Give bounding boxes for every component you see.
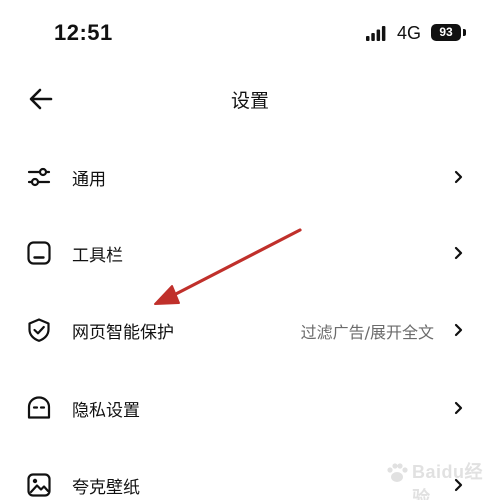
- settings-item-privacy[interactable]: 隐私设置: [0, 377, 500, 437]
- settings-item-label: 夸克壁纸: [72, 478, 140, 498]
- settings-item-toolbar[interactable]: 工具栏: [0, 222, 500, 282]
- wallpaper-icon: [27, 473, 51, 497]
- battery-tip: [463, 29, 466, 36]
- chevron-right-icon: [454, 246, 463, 260]
- chevron-right-icon: [454, 401, 463, 415]
- paw-logo-icon: [387, 463, 408, 482]
- status-bar: 12:51 4G 93: [0, 0, 500, 66]
- status-time: 12:51: [54, 20, 113, 45]
- chevron-right-icon: [454, 170, 463, 184]
- chevron-right-icon: [454, 323, 463, 337]
- settings-item-label: 通用: [72, 170, 106, 190]
- toolbar-icon: [27, 241, 51, 265]
- shield-check-icon: [28, 318, 50, 342]
- sliders-icon: [27, 167, 51, 187]
- settings-item-web-protection[interactable]: 网页智能保护 过滤广告/展开全文: [0, 299, 500, 359]
- settings-item-label: 工具栏: [72, 246, 123, 266]
- battery-icon: 93: [431, 24, 461, 41]
- settings-item-label: 隐私设置: [72, 401, 140, 421]
- watermark-text: Baidu经验: [412, 462, 484, 500]
- cellular-signal-icon: [366, 26, 386, 41]
- baidu-watermark: Baidu经验: [384, 454, 494, 500]
- network-type: 4G: [397, 23, 422, 43]
- web-protection-status: 过滤广告/展开全文: [300, 323, 434, 342]
- settings-screen: 12:51 4G 93 设置 通用 工具栏 网页智能保护 过滤广告/展开全文 隐…: [0, 0, 500, 500]
- page-title: 设置: [230, 90, 269, 112]
- settings-item-general[interactable]: 通用: [0, 146, 500, 206]
- privacy-face-icon: [27, 396, 51, 419]
- settings-item-label: 网页智能保护: [72, 323, 174, 343]
- nav-bar: 设置: [0, 76, 500, 122]
